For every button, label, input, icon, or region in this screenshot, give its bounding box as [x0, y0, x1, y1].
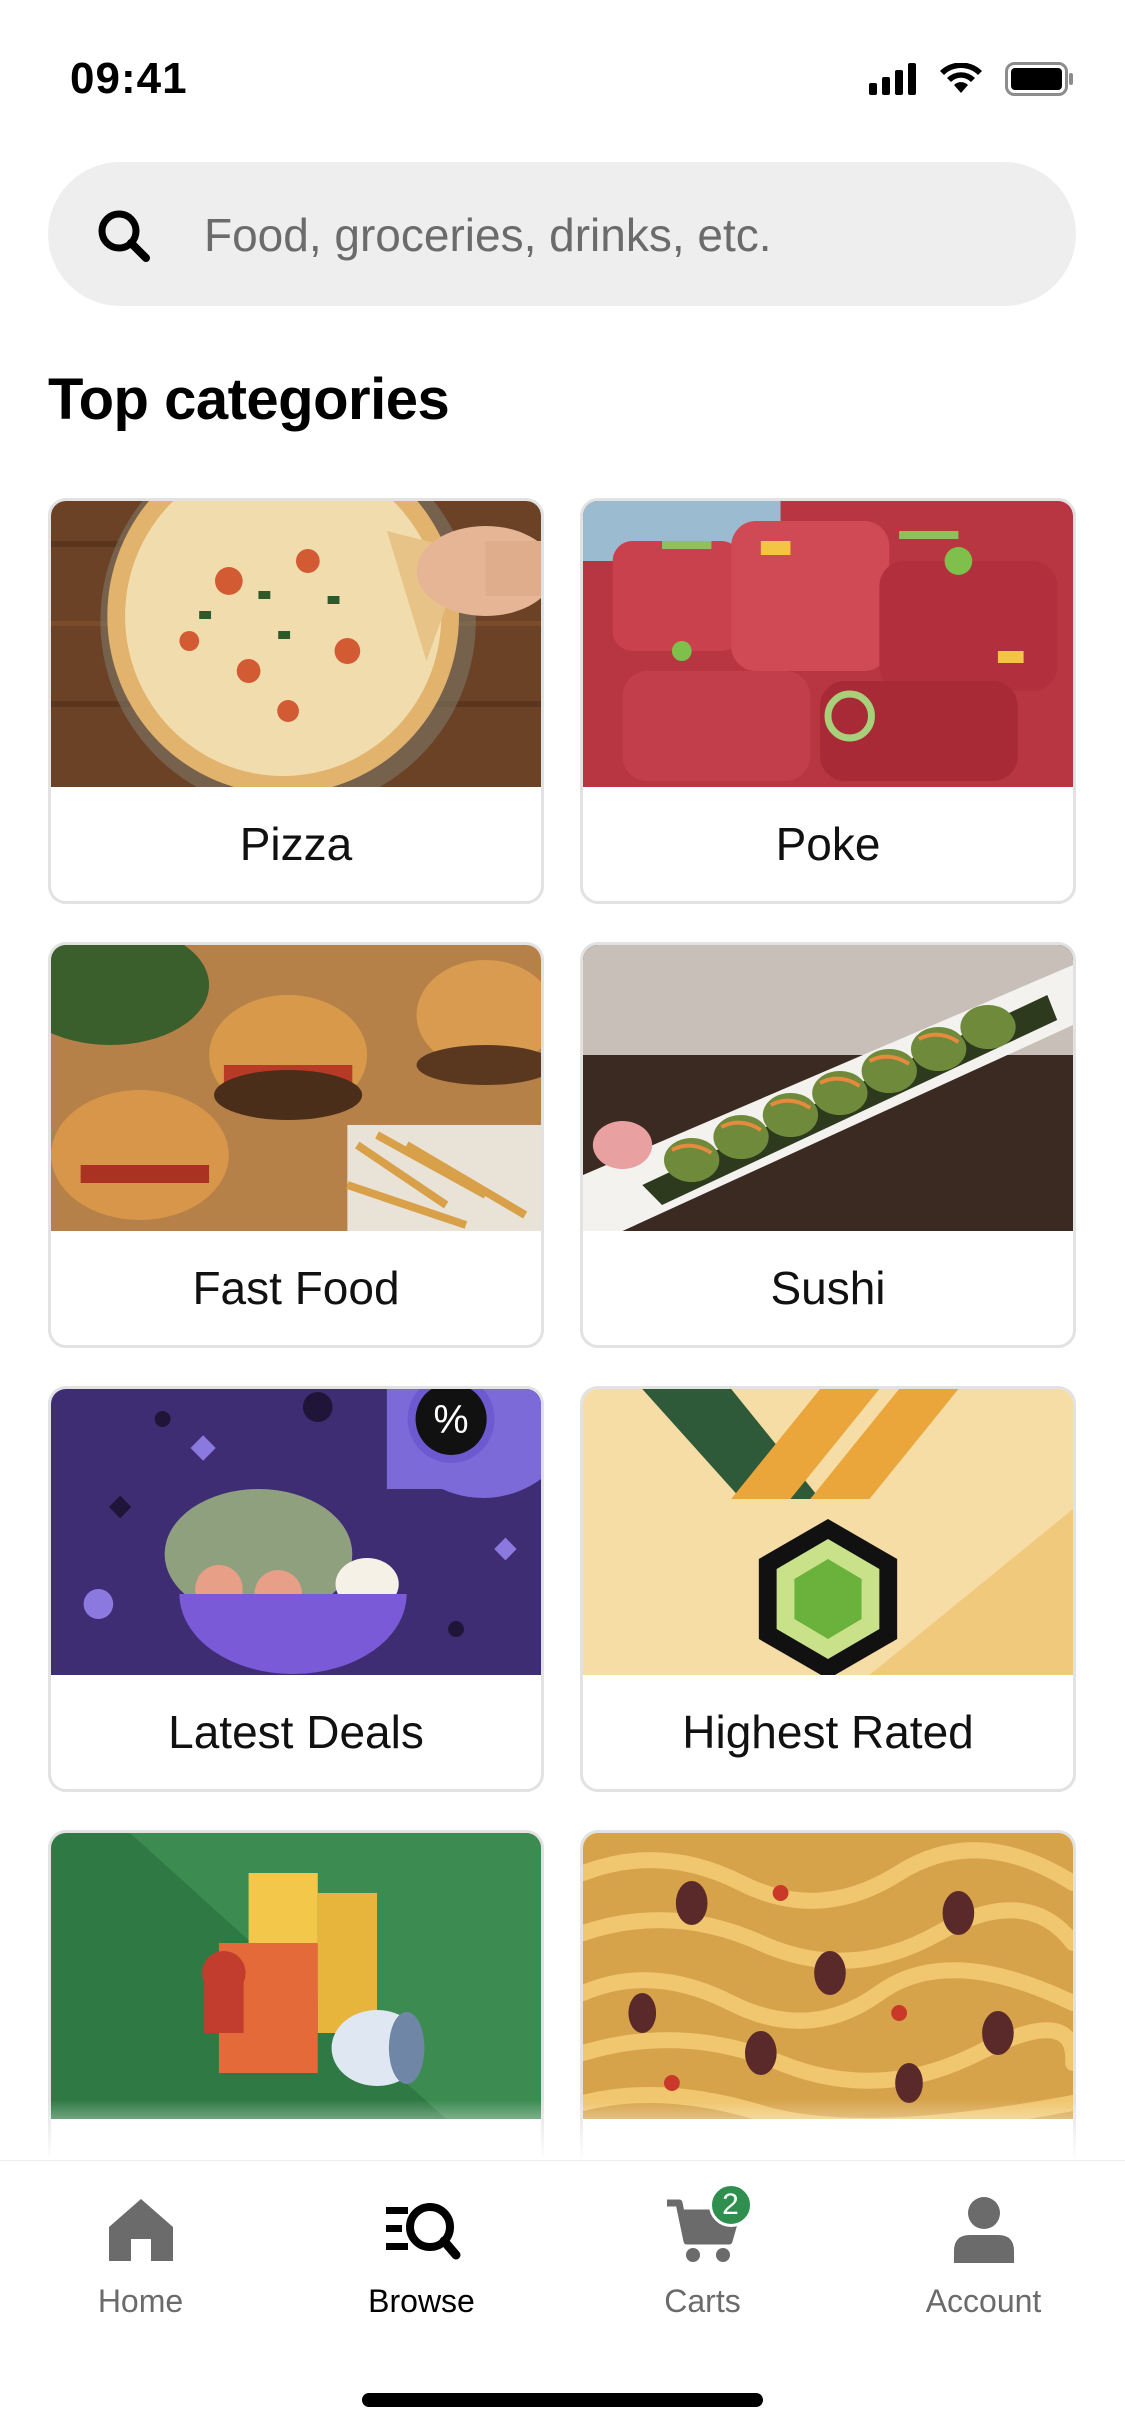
category-card-pizza[interactable]: Pizza	[48, 498, 544, 904]
sushi-image	[583, 945, 1073, 1231]
category-label: Fast Food	[192, 1262, 400, 1314]
category-card-latest-deals[interactable]: % Latest Deals	[48, 1386, 544, 1792]
category-label: Latest Deals	[168, 1706, 424, 1758]
fast-food-image	[51, 945, 541, 1231]
tab-label: Account	[925, 2283, 1042, 2319]
tab-home[interactable]: Home	[0, 2161, 281, 2331]
scroll-fade	[0, 2100, 1125, 2160]
tab-browse[interactable]: Browse	[281, 2161, 562, 2331]
poke-image	[583, 501, 1073, 787]
category-card-highest-rated[interactable]: Highest Rated	[580, 1386, 1076, 1792]
wifi-icon	[940, 63, 982, 93]
search-input[interactable]: Food, groceries, drinks, etc.	[204, 208, 772, 262]
highest-rated-image	[583, 1389, 1073, 1675]
cellular-signal-icon	[869, 63, 916, 95]
browse-icon	[382, 2189, 462, 2269]
tab-label: Browse	[368, 2283, 475, 2319]
category-card-sushi[interactable]: Sushi	[580, 942, 1076, 1348]
tab-label: Carts	[664, 2283, 741, 2319]
category-card-poke[interactable]: Poke	[580, 498, 1076, 904]
tab-account[interactable]: Account	[843, 2161, 1124, 2331]
category-label: Pizza	[239, 818, 353, 870]
search-icon	[98, 210, 150, 262]
category-label: Highest Rated	[682, 1706, 974, 1758]
category-label: Poke	[775, 818, 881, 870]
account-icon	[944, 2189, 1024, 2269]
status-icons	[869, 62, 1075, 96]
cart-icon: 2	[663, 2183, 753, 2269]
home-icon	[101, 2189, 181, 2269]
pasta-image	[583, 1833, 1073, 2119]
category-label: Sushi	[770, 1262, 886, 1314]
groceries-image	[51, 1833, 541, 2119]
pizza-image	[51, 501, 541, 787]
home-indicator[interactable]	[362, 2393, 763, 2407]
svg-text:%: %	[434, 1398, 469, 1442]
cart-count-badge: 2	[708, 2183, 753, 2227]
latest-deals-image: %	[51, 1389, 541, 1675]
search-bar[interactable]: Food, groceries, drinks, etc.	[48, 162, 1076, 306]
status-bar: 09:41	[0, 0, 1125, 150]
section-title: Top categories	[48, 367, 450, 432]
status-time: 09:41	[70, 54, 188, 103]
battery-icon	[1005, 62, 1073, 96]
tab-carts[interactable]: 2 Carts	[562, 2161, 843, 2331]
tab-bar: Home Browse 2 Carts Account	[0, 2160, 1125, 2436]
category-card-fast-food[interactable]: Fast Food	[48, 942, 544, 1348]
tab-label: Home	[97, 2283, 184, 2319]
